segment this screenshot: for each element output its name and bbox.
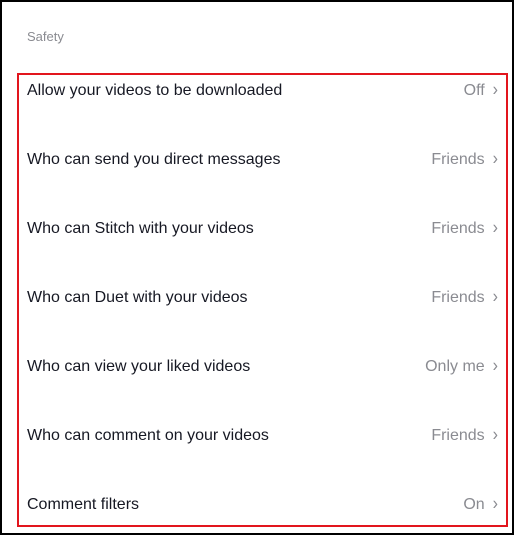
chevron-right-icon: › bbox=[492, 494, 498, 515]
setting-value: Friends bbox=[431, 427, 485, 444]
setting-row-stitch[interactable]: Who can Stitch with your videos Friends … bbox=[19, 209, 506, 249]
setting-value: Friends bbox=[431, 220, 485, 237]
setting-label: Who can view your liked videos bbox=[27, 358, 251, 375]
settings-panel: Safety Allow your videos to be downloade… bbox=[2, 2, 512, 533]
chevron-right-icon: › bbox=[492, 149, 498, 170]
setting-value: Friends bbox=[431, 289, 485, 306]
chevron-right-icon: › bbox=[492, 218, 498, 239]
chevron-right-icon: › bbox=[492, 425, 498, 446]
setting-row-liked-videos[interactable]: Who can view your liked videos Only me › bbox=[19, 347, 506, 387]
setting-row-duet[interactable]: Who can Duet with your videos Friends › bbox=[19, 278, 506, 318]
setting-row-comments[interactable]: Who can comment on your videos Friends › bbox=[19, 416, 506, 456]
setting-label: Who can Stitch with your videos bbox=[27, 220, 254, 237]
setting-row-comment-filters[interactable]: Comment filters On › bbox=[19, 485, 506, 525]
setting-value: Friends bbox=[431, 151, 485, 168]
setting-value: Only me bbox=[425, 358, 485, 375]
chevron-right-icon: › bbox=[492, 356, 498, 377]
setting-label: Who can Duet with your videos bbox=[27, 289, 248, 306]
setting-row-downloads[interactable]: Allow your videos to be downloaded Off › bbox=[19, 71, 506, 111]
setting-row-direct-messages[interactable]: Who can send you direct messages Friends… bbox=[19, 140, 506, 180]
setting-value: Off bbox=[463, 82, 485, 99]
chevron-right-icon: › bbox=[492, 287, 498, 308]
setting-label: Who can comment on your videos bbox=[27, 427, 269, 444]
setting-label: Allow your videos to be downloaded bbox=[27, 82, 283, 99]
chevron-right-icon: › bbox=[492, 80, 498, 101]
setting-label: Who can send you direct messages bbox=[27, 151, 281, 168]
setting-label: Comment filters bbox=[27, 496, 140, 513]
setting-value: On bbox=[463, 496, 485, 513]
safety-settings-list: Allow your videos to be downloaded Off ›… bbox=[19, 75, 506, 525]
section-title: Safety bbox=[27, 29, 64, 44]
